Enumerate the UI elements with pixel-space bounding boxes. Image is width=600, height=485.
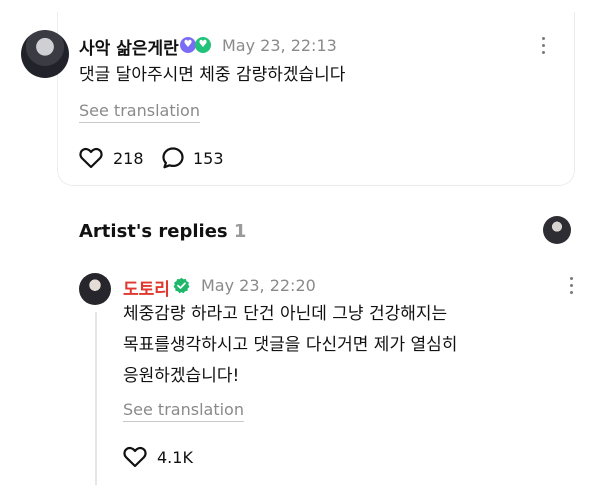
- artist-avatar[interactable]: [79, 273, 111, 305]
- reply-timestamp: May 23, 22:20: [201, 276, 316, 295]
- reply-kebab-menu-icon[interactable]: [568, 277, 574, 297]
- artist-replies-title: Artist's replies 1: [79, 221, 246, 242]
- post-see-translation-link[interactable]: See translation: [79, 101, 200, 123]
- heart-icon[interactable]: [79, 147, 103, 169]
- post-text: 댓글 달아주시면 체중 감량하겠습니다: [79, 65, 346, 85]
- thread-line: [95, 312, 97, 485]
- artist-replies-label: Artist's replies: [79, 221, 228, 242]
- verified-check-icon: [173, 277, 190, 294]
- reply-text-line-2: 목표를생각하시고 댓글을 다신거면 제가 열심히: [123, 335, 458, 355]
- reply-like-count: 4.1K: [157, 448, 193, 467]
- reply-see-translation-link[interactable]: See translation: [123, 400, 244, 422]
- reply-username[interactable]: 도토리: [123, 275, 170, 300]
- user-avatar[interactable]: [21, 30, 69, 78]
- artist-replies-count: 1: [233, 221, 247, 242]
- artist-small-avatar[interactable]: [543, 216, 571, 244]
- post-like-count: 218: [113, 149, 144, 168]
- heart-icon[interactable]: [123, 446, 147, 468]
- reply-text-line-3: 응원하겠습니다!: [123, 366, 240, 386]
- comment-bubble-icon[interactable]: [161, 146, 185, 170]
- post-username[interactable]: 사악 삶은게란: [79, 34, 179, 59]
- reply-text-line-1: 체중감량 하라고 단건 아닌데 그냥 건강해지는: [123, 304, 448, 324]
- post-comment-count: 153: [193, 149, 224, 168]
- membership-badge-icon: ♥: [180, 37, 196, 53]
- membership-badge-icon-2: ♥: [195, 37, 211, 53]
- post-timestamp: May 23, 22:13: [222, 36, 337, 55]
- post-kebab-menu-icon[interactable]: [540, 37, 546, 57]
